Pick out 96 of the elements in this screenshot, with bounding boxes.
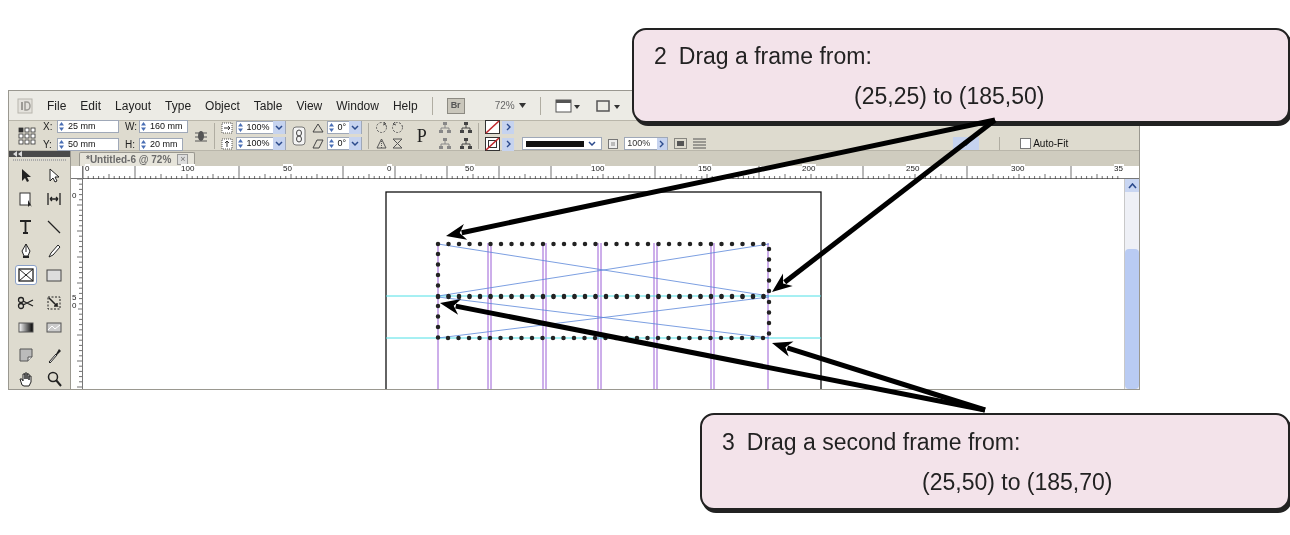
spinner-arrows-icon bbox=[140, 139, 147, 150]
auto-fit-checkbox[interactable]: Auto-Fit bbox=[1020, 136, 1069, 151]
opacity-icon bbox=[608, 138, 619, 149]
ruler-label: 150 bbox=[698, 164, 713, 174]
select-previous-icon bbox=[458, 121, 473, 134]
spinner-arrows-icon bbox=[140, 121, 147, 132]
stroke-menu-button[interactable] bbox=[502, 137, 515, 151]
opacity-field[interactable]: 100% bbox=[624, 137, 669, 150]
scroll-up-button[interactable] bbox=[1125, 179, 1139, 192]
ruler-label: 100 bbox=[591, 164, 606, 174]
scissors-icon bbox=[17, 294, 35, 312]
ruler-label: 50 bbox=[72, 294, 78, 310]
rotate-counterclockwise-icon bbox=[391, 121, 405, 134]
field-label: X: bbox=[43, 120, 54, 134]
menu-item[interactable]: Type bbox=[165, 96, 192, 115]
zoom-dropdown[interactable]: 72% bbox=[494, 98, 526, 113]
scale-y-icon bbox=[220, 137, 233, 150]
spinner-arrows-icon bbox=[327, 138, 335, 149]
fill-none-icon bbox=[485, 120, 501, 134]
combo-field[interactable]: 0° bbox=[326, 121, 363, 134]
graphic-frame[interactable] bbox=[435, 241, 772, 299]
bridge-button[interactable]: Br bbox=[446, 97, 465, 114]
step-instruction: Drag a second frame from: bbox=[746, 428, 1021, 455]
menu-item[interactable]: File bbox=[47, 96, 67, 115]
select-next-icon bbox=[458, 137, 473, 150]
ruler-label: 300 bbox=[1011, 164, 1026, 174]
scrollbar-thumb[interactable] bbox=[1125, 249, 1139, 389]
ruler-label: 35 bbox=[1114, 164, 1124, 174]
shear-angle-icon bbox=[311, 138, 324, 149]
combo-field[interactable]: 100% bbox=[235, 121, 286, 134]
ruler-label: 0 bbox=[72, 192, 78, 200]
spin-field[interactable]: 25 mm bbox=[57, 120, 119, 133]
screen-mode-icon bbox=[594, 97, 621, 114]
view-options-icon bbox=[554, 97, 581, 114]
field-label: W: bbox=[125, 120, 137, 134]
coordinates-text: (25,25) to (185,50) bbox=[854, 82, 1045, 109]
app-logo-icon bbox=[17, 97, 33, 114]
select-container-icon bbox=[438, 121, 453, 134]
coordinates-text: (25,50) to (185,70) bbox=[922, 468, 1113, 495]
spinner-arrows-icon bbox=[58, 121, 65, 132]
ruler-label: 250 bbox=[906, 164, 921, 174]
graphic-frame[interactable] bbox=[435, 294, 772, 341]
spin-field[interactable]: 160 mm bbox=[139, 120, 188, 133]
ruler-label: 50 bbox=[465, 164, 475, 174]
align-lines-icon bbox=[693, 138, 707, 149]
combo-field[interactable]: 100% bbox=[235, 137, 286, 150]
menu-item[interactable]: Table bbox=[253, 96, 283, 115]
ruler-label: 200 bbox=[802, 164, 817, 174]
field-label: Y: bbox=[43, 138, 53, 152]
menu-item[interactable]: Object bbox=[205, 96, 240, 115]
chevron-right-icon bbox=[657, 137, 668, 150]
hand-tool-icon bbox=[17, 370, 35, 388]
menu-item[interactable]: Layout bbox=[115, 96, 152, 115]
chevron-right-icon bbox=[505, 140, 511, 148]
reference-point-icon bbox=[17, 125, 37, 146]
chain-link-icon bbox=[291, 125, 306, 146]
step-number: 2 bbox=[654, 42, 667, 69]
menu-item[interactable]: Help bbox=[392, 96, 418, 115]
step-number: 3 bbox=[722, 428, 735, 455]
tool-button[interactable] bbox=[15, 265, 37, 285]
dropdown-arrow-icon bbox=[518, 103, 526, 108]
spinner-arrows-icon bbox=[58, 139, 65, 150]
spinner-arrows-icon bbox=[327, 122, 335, 133]
rotate-clockwise-icon bbox=[375, 121, 389, 134]
ruler-origin[interactable] bbox=[71, 166, 83, 179]
document-tab[interactable]: *Untitled-6 @ 72% × bbox=[79, 152, 196, 166]
flip-vertical-icon bbox=[391, 137, 405, 150]
stroke-type-dropdown[interactable] bbox=[522, 137, 603, 150]
rectangle-frame-tool-icon bbox=[17, 266, 35, 284]
ruler-label: 0 bbox=[387, 164, 393, 174]
rotate-angle-icon bbox=[311, 122, 324, 133]
ruler-label: 50 bbox=[283, 164, 293, 174]
field-label: H: bbox=[125, 138, 136, 152]
rectangle-tool-icon bbox=[44, 266, 63, 284]
flip-horizontal-icon bbox=[375, 137, 389, 150]
combo-field[interactable]: 0° bbox=[326, 137, 363, 150]
menu-item[interactable]: View bbox=[296, 96, 323, 115]
spinner-arrows-icon bbox=[236, 122, 244, 133]
chevron-right-icon bbox=[505, 123, 511, 131]
spinner-arrows-icon bbox=[236, 138, 244, 149]
note-tool-icon bbox=[17, 346, 35, 364]
gap-tool-icon bbox=[44, 190, 63, 208]
spin-field[interactable]: 50 mm bbox=[57, 138, 119, 151]
reference-glyph-icon: P bbox=[410, 123, 433, 148]
text-wrap-icon bbox=[674, 138, 688, 149]
select-content-icon bbox=[438, 137, 453, 150]
menu-item[interactable]: Window bbox=[336, 96, 379, 115]
scale-x-icon bbox=[220, 121, 233, 134]
step-instruction: Drag a frame from: bbox=[678, 42, 872, 69]
stroke-none-icon bbox=[485, 137, 501, 151]
spin-field[interactable]: 20 mm bbox=[139, 138, 183, 151]
chevron-up-icon bbox=[1128, 182, 1137, 189]
menu-item[interactable]: Edit bbox=[80, 96, 102, 115]
ruler-label: 100 bbox=[181, 164, 196, 174]
ruler-label: 0 bbox=[85, 164, 91, 174]
free-transform-icon bbox=[44, 294, 63, 312]
